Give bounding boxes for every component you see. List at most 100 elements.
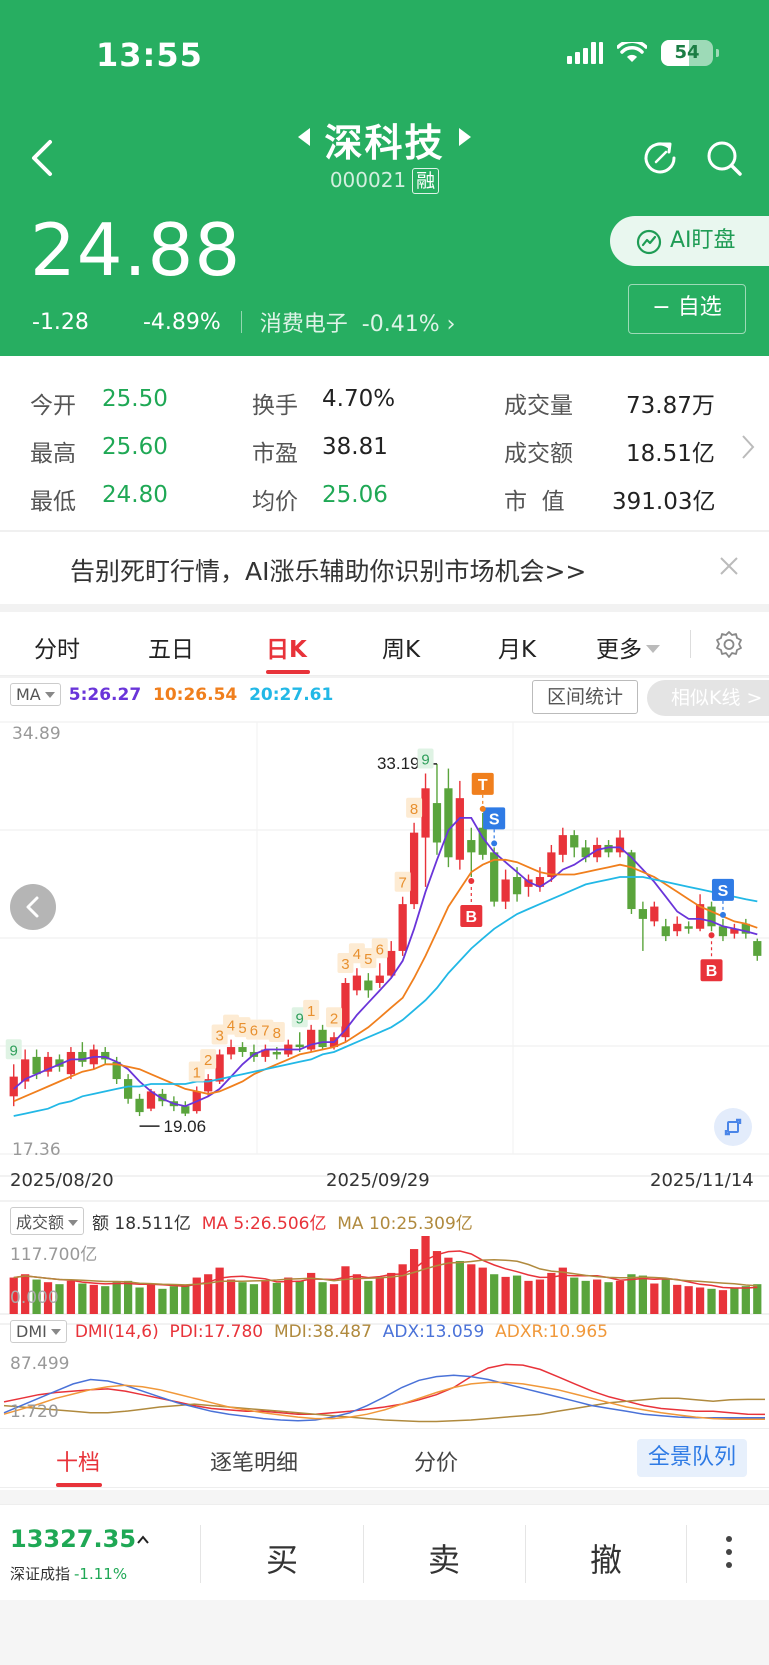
volume-bar [169,1286,178,1314]
td-count-label: 3 [215,1028,223,1045]
ma20-value: 20:27.61 [249,684,334,705]
volume-bar [261,1280,270,1314]
divider [525,1525,526,1583]
quote-pe: 市盈 38.81 [252,434,388,467]
dmi-y-max: 87.499 [10,1354,70,1374]
divider [690,630,691,658]
sell-button[interactable]: 卖 [428,1535,460,1581]
tab-price-distribution[interactable]: 分价 [414,1445,458,1477]
high-price-label: 33.19 [377,754,420,773]
kline-chart[interactable]: 33.1919.0691234 5 6 7 89 1 234 56789BSTBS [0,676,769,1426]
dmi-selector[interactable]: DMI [10,1320,67,1343]
volume-bar [444,1257,453,1314]
signal-dot [708,932,715,939]
search-icon[interactable] [704,138,744,178]
td-count-label: 6 [250,1023,258,1040]
quote-turnover: 换手 4.70% [252,386,396,419]
candle-body [215,1054,224,1082]
stock-header: 13:55 54 深科技 000021 融 24.88 -1.28 -4.89% … [0,0,769,356]
td-count-label: 3 [341,956,349,973]
change-row: -1.28 -4.89% 消费电子 -0.41% › [32,306,455,338]
tab-ten-levels[interactable]: 十档 [56,1445,100,1477]
volume-bar [661,1279,670,1314]
candle-body [638,909,648,919]
stock-name: 深科技 [324,121,445,165]
cancel-order-button[interactable]: 撤 [590,1535,622,1581]
volume-bar [192,1277,201,1314]
tab-more[interactable]: 更多 [596,630,660,664]
dmi-line-adxr [3,1381,765,1421]
volume-bar [455,1260,464,1314]
gear-icon[interactable] [714,630,744,660]
signal-dot [468,878,475,885]
volume-bar [226,1279,236,1314]
current-price: 24.88 [30,208,242,292]
candle-body [455,798,464,860]
index-value: 13327.35 [10,1525,137,1553]
tab-five-day[interactable]: 五日 [148,630,194,664]
candle-body [135,1098,144,1113]
more-icon[interactable] [724,1535,734,1569]
candle-body [558,835,567,855]
quote-open: 今开 25.50 [30,386,168,419]
candle-body [684,926,693,929]
volume-bar [535,1279,545,1314]
low-price-label: 19.06 [164,1117,207,1136]
dmi-line-adx [3,1374,765,1422]
volume-bar [695,1287,705,1314]
tab-daily-k[interactable]: 日K [266,630,307,664]
close-icon[interactable] [719,556,739,576]
ad-banner[interactable]: 告别死盯行情，AI涨乐辅助你识别市场机会>> [0,532,769,604]
volume-bar [352,1274,362,1314]
tab-tick-detail[interactable]: 逐笔明细 [210,1445,298,1477]
volume-selector[interactable]: 成交额 [10,1207,85,1235]
volume-legend: 成交额 额 18.511亿 MA 5:26.506亿 MA 10:25.309亿 [10,1207,473,1235]
price-change: -1.28 [32,309,89,335]
range-stats-button[interactable]: 区间统计 [532,680,638,714]
tab-monthly-k[interactable]: 月K [498,630,536,664]
price-change-pct: -4.89% [142,309,221,335]
tab-weekly-k[interactable]: 周K [382,630,420,664]
panorama-queue-button[interactable]: 全景队列 [637,1439,747,1477]
volume-bar [741,1286,750,1314]
ma-selector[interactable]: MA [10,683,61,706]
stock-code: 000021 [329,168,407,192]
divider [240,311,242,333]
td-count-label: 1 [193,1064,201,1081]
chevron-right-icon[interactable] [741,434,755,460]
buy-button[interactable]: 买 [266,1535,298,1581]
quote-panel: 今开 25.50 最高 25.60 最低 24.80 换手 4.70% 市盈 38.81 … [0,372,769,528]
volume-bar [547,1272,556,1314]
dmi-pdi: PDI:17.780 [169,1321,264,1342]
volume-bar [753,1284,762,1314]
watchlist-button[interactable]: − 自选 [628,284,746,334]
similar-kline-button[interactable]: 相似K线 > [647,680,769,716]
next-stock-icon[interactable] [458,128,471,146]
candle-body [753,941,762,956]
td-count-label: 9 [10,1042,18,1059]
fullscreen-button[interactable] [714,1108,752,1146]
volume-bar [146,1284,156,1314]
refresh-icon[interactable] [640,138,680,178]
chart-scroll-left-button[interactable] [10,884,56,930]
banner-text: 告别死盯行情，AI涨乐辅助你识别市场机会>> [70,557,587,586]
tab-intraday[interactable]: 分时 [34,630,80,664]
volume-bar [421,1236,430,1314]
ai-monitor-button[interactable]: AI盯盘 [610,216,769,266]
ai-monitor-icon [636,229,662,255]
divider [200,1525,201,1583]
cellular-signal-icon [567,42,603,64]
signal-buy-label: B [706,963,718,980]
divider [0,604,769,612]
volume-bar [684,1286,693,1314]
prev-stock-icon[interactable] [298,128,311,146]
active-tab-indicator [56,1483,102,1487]
sector-link[interactable]: 消费电子 -0.41% › [260,306,456,338]
bottom-tabs: 十档 逐笔明细 分价 全景队列 [0,1428,769,1488]
candle-body [387,950,396,976]
candle-body [650,906,659,922]
volume-bar [650,1283,659,1314]
td-count-label: 9 [421,752,429,769]
td-count-label: 4 [353,946,361,963]
ma-line-ma5 [13,816,758,1108]
